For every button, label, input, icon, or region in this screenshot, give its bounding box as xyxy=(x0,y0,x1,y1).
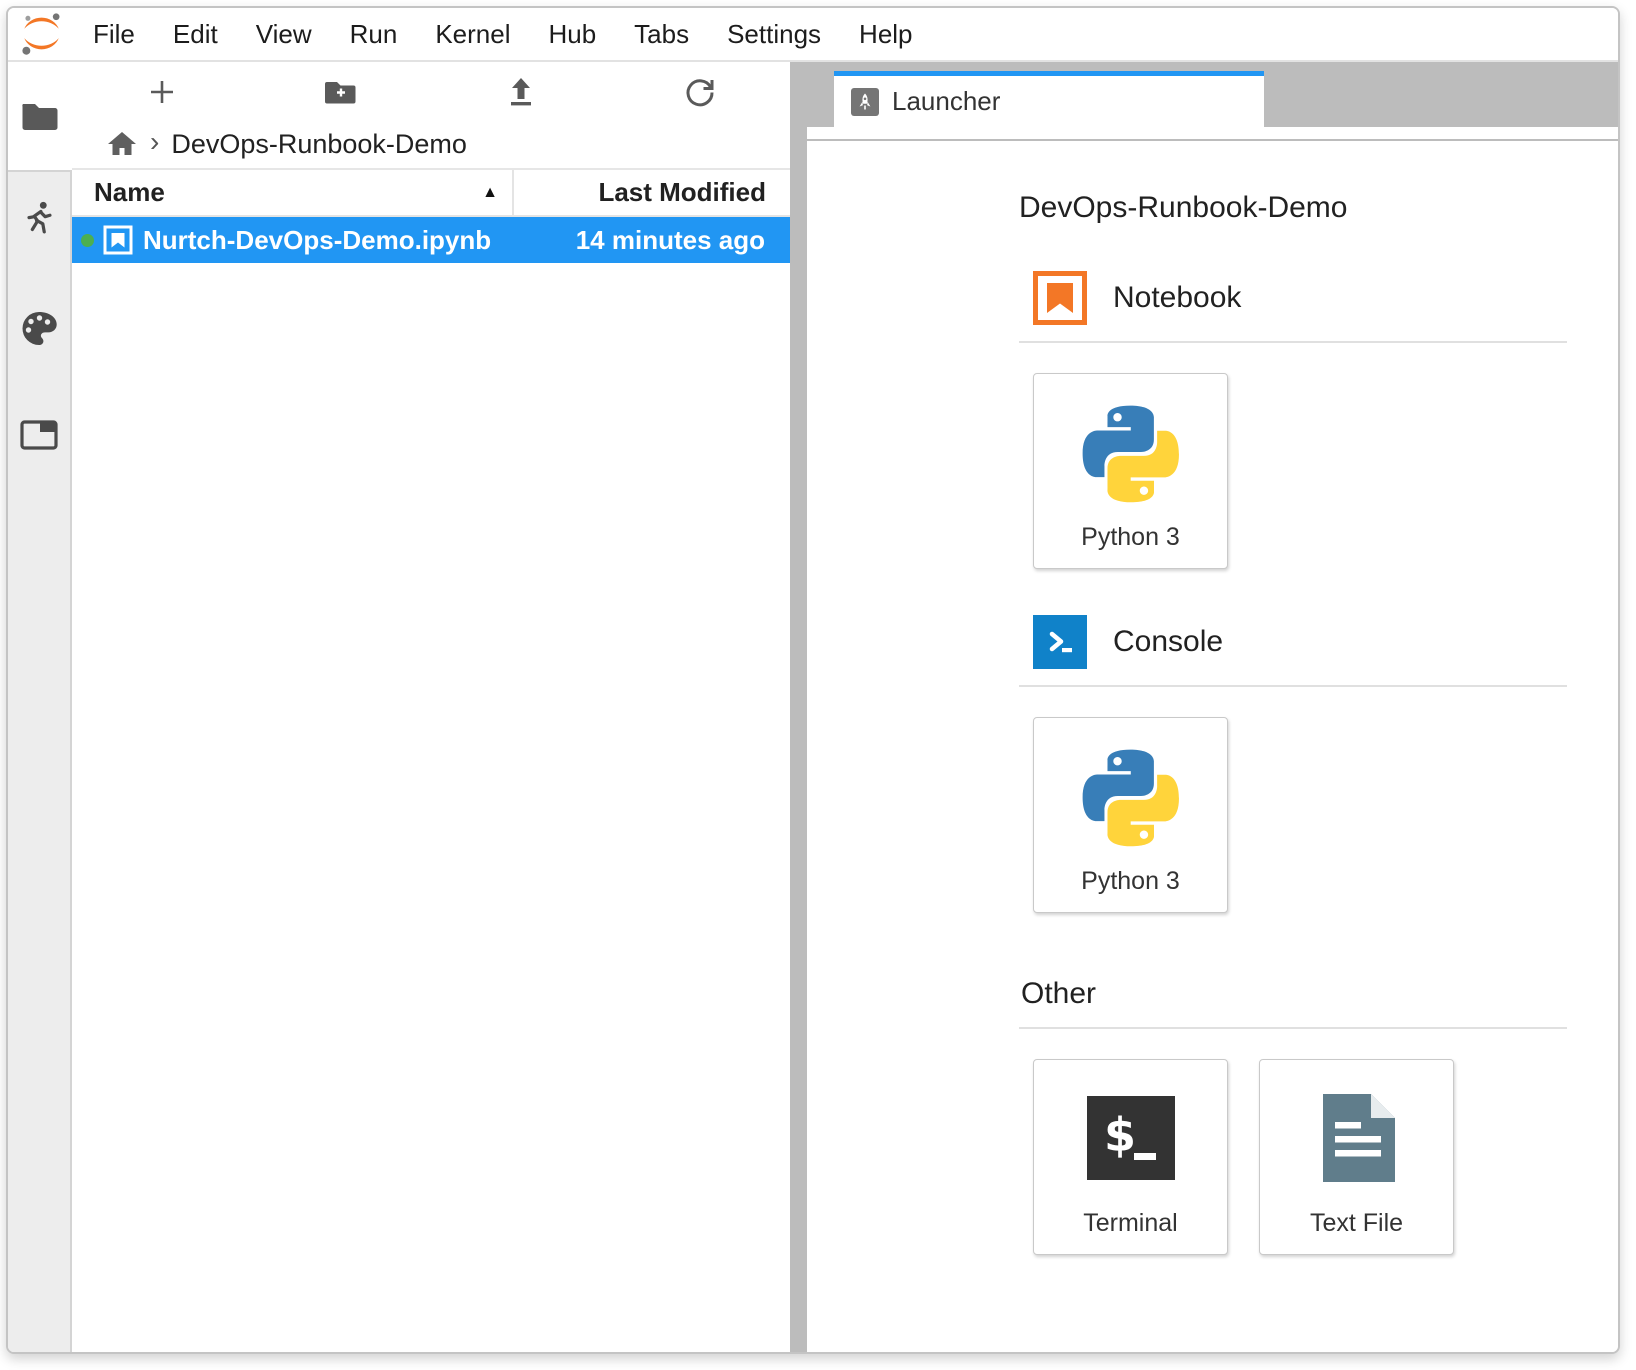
file-name: Nurtch-DevOps-Demo.ipynb xyxy=(143,225,491,256)
launcher-section-other: Other $ Terminal xyxy=(1019,977,1567,1255)
breadcrumb-folder[interactable]: DevOps-Runbook-Demo xyxy=(171,129,467,160)
section-divider xyxy=(1019,1027,1567,1029)
refresh-icon xyxy=(684,76,716,108)
menu-tabs[interactable]: Tabs xyxy=(615,19,708,50)
menu-edit[interactable]: Edit xyxy=(154,19,237,50)
jupyterlab-window: File Edit View Run Kernel Hub Tabs Setti… xyxy=(6,6,1620,1354)
new-folder-icon xyxy=(325,78,357,106)
new-launcher-button[interactable] xyxy=(72,77,252,107)
card-label: Terminal xyxy=(1083,1209,1177,1238)
panel-splitter[interactable] xyxy=(790,62,807,1352)
launcher-cwd-title: DevOps-Runbook-Demo xyxy=(1019,191,1618,225)
menu-hub[interactable]: Hub xyxy=(529,19,615,50)
file-browser: › DevOps-Runbook-Demo Name ▲ Last Modifi… xyxy=(72,62,790,1352)
menu-settings[interactable]: Settings xyxy=(708,19,840,50)
file-last-modified: 14 minutes ago xyxy=(576,225,790,256)
new-folder-button[interactable] xyxy=(252,78,432,106)
menu-kernel[interactable]: Kernel xyxy=(416,19,529,50)
folder-icon xyxy=(21,100,59,132)
svg-text:$: $ xyxy=(1104,1108,1136,1162)
menu-file[interactable]: File xyxy=(74,19,154,50)
menu-items: File Edit View Run Kernel Hub Tabs Setti… xyxy=(74,19,932,50)
launcher-panel: DevOps-Runbook-Demo Notebook xyxy=(807,141,1618,1352)
dock-tab-bar: Launcher xyxy=(807,62,1618,127)
tabs-icon xyxy=(22,422,56,448)
sidebar-item-tabs[interactable] xyxy=(19,418,59,457)
breadcrumb-separator: › xyxy=(150,128,159,160)
notebook-icon xyxy=(1033,271,1087,325)
terminal-icon: $ xyxy=(1087,1096,1175,1180)
running-man-icon xyxy=(29,211,50,231)
sort-ascending-icon: ▲ xyxy=(482,184,498,202)
text-file-icon xyxy=(1313,1090,1401,1186)
section-notebook-label: Notebook xyxy=(1113,281,1241,315)
sidebar-item-commands[interactable] xyxy=(19,309,59,354)
sidebar-rest xyxy=(8,170,72,1352)
dock-panel: Launcher DevOps-Runbook-Demo Notebook xyxy=(807,62,1618,1352)
card-label: Python 3 xyxy=(1081,867,1180,896)
tab-bar-underline xyxy=(807,127,1618,141)
menu-bar: File Edit View Run Kernel Hub Tabs Setti… xyxy=(8,8,1618,62)
card-label: Python 3 xyxy=(1081,523,1180,552)
upload-button[interactable] xyxy=(431,76,611,108)
section-console-label: Console xyxy=(1113,625,1223,659)
column-name[interactable]: Name ▲ xyxy=(72,170,514,215)
jupyter-logo-icon xyxy=(18,11,64,57)
left-sidebar xyxy=(8,62,72,1352)
column-name-label: Name xyxy=(94,177,165,208)
section-other-label: Other xyxy=(1021,977,1096,1011)
file-row-selected[interactable]: Nurtch-DevOps-Demo.ipynb 14 minutes ago xyxy=(72,217,790,263)
tab-launcher[interactable]: Launcher xyxy=(834,71,1264,127)
launcher-card-terminal[interactable]: $ Terminal xyxy=(1033,1059,1228,1255)
jupyter-logo xyxy=(8,11,74,57)
python-logo xyxy=(1073,396,1189,512)
breadcrumb: › DevOps-Runbook-Demo xyxy=(72,122,790,166)
listing-header: Name ▲ Last Modified xyxy=(72,170,790,217)
launcher-card-text-file[interactable]: Text File xyxy=(1259,1059,1454,1255)
notebook-file-icon xyxy=(103,225,133,255)
launcher-section-console: Console Python 3 xyxy=(1019,615,1567,913)
refresh-button[interactable] xyxy=(611,76,791,108)
section-divider xyxy=(1019,341,1567,343)
launcher-card-notebook-python3[interactable]: Python 3 xyxy=(1033,373,1228,569)
sidebar-item-files[interactable] xyxy=(8,62,72,170)
menu-help[interactable]: Help xyxy=(840,19,931,50)
tab-launcher-label: Launcher xyxy=(892,86,1000,117)
launcher-section-notebook: Notebook Python 3 xyxy=(1019,271,1567,569)
menu-run[interactable]: Run xyxy=(331,19,417,50)
column-last-modified-label: Last Modified xyxy=(598,177,766,208)
menu-view[interactable]: View xyxy=(237,19,331,50)
card-label: Text File xyxy=(1310,1209,1403,1238)
upload-icon xyxy=(506,76,536,108)
python-logo xyxy=(1073,740,1189,856)
file-browser-toolbar: › DevOps-Runbook-Demo xyxy=(72,62,790,170)
section-divider xyxy=(1019,685,1567,687)
home-icon[interactable] xyxy=(106,130,138,158)
new-launcher-plus-icon xyxy=(147,77,177,107)
launcher-rocket-icon xyxy=(851,88,879,116)
launcher-card-console-python3[interactable]: Python 3 xyxy=(1033,717,1228,913)
sidebar-item-running[interactable] xyxy=(20,200,58,245)
column-last-modified[interactable]: Last Modified xyxy=(514,170,790,215)
console-icon xyxy=(1033,615,1087,669)
kernel-running-dot xyxy=(81,234,94,247)
